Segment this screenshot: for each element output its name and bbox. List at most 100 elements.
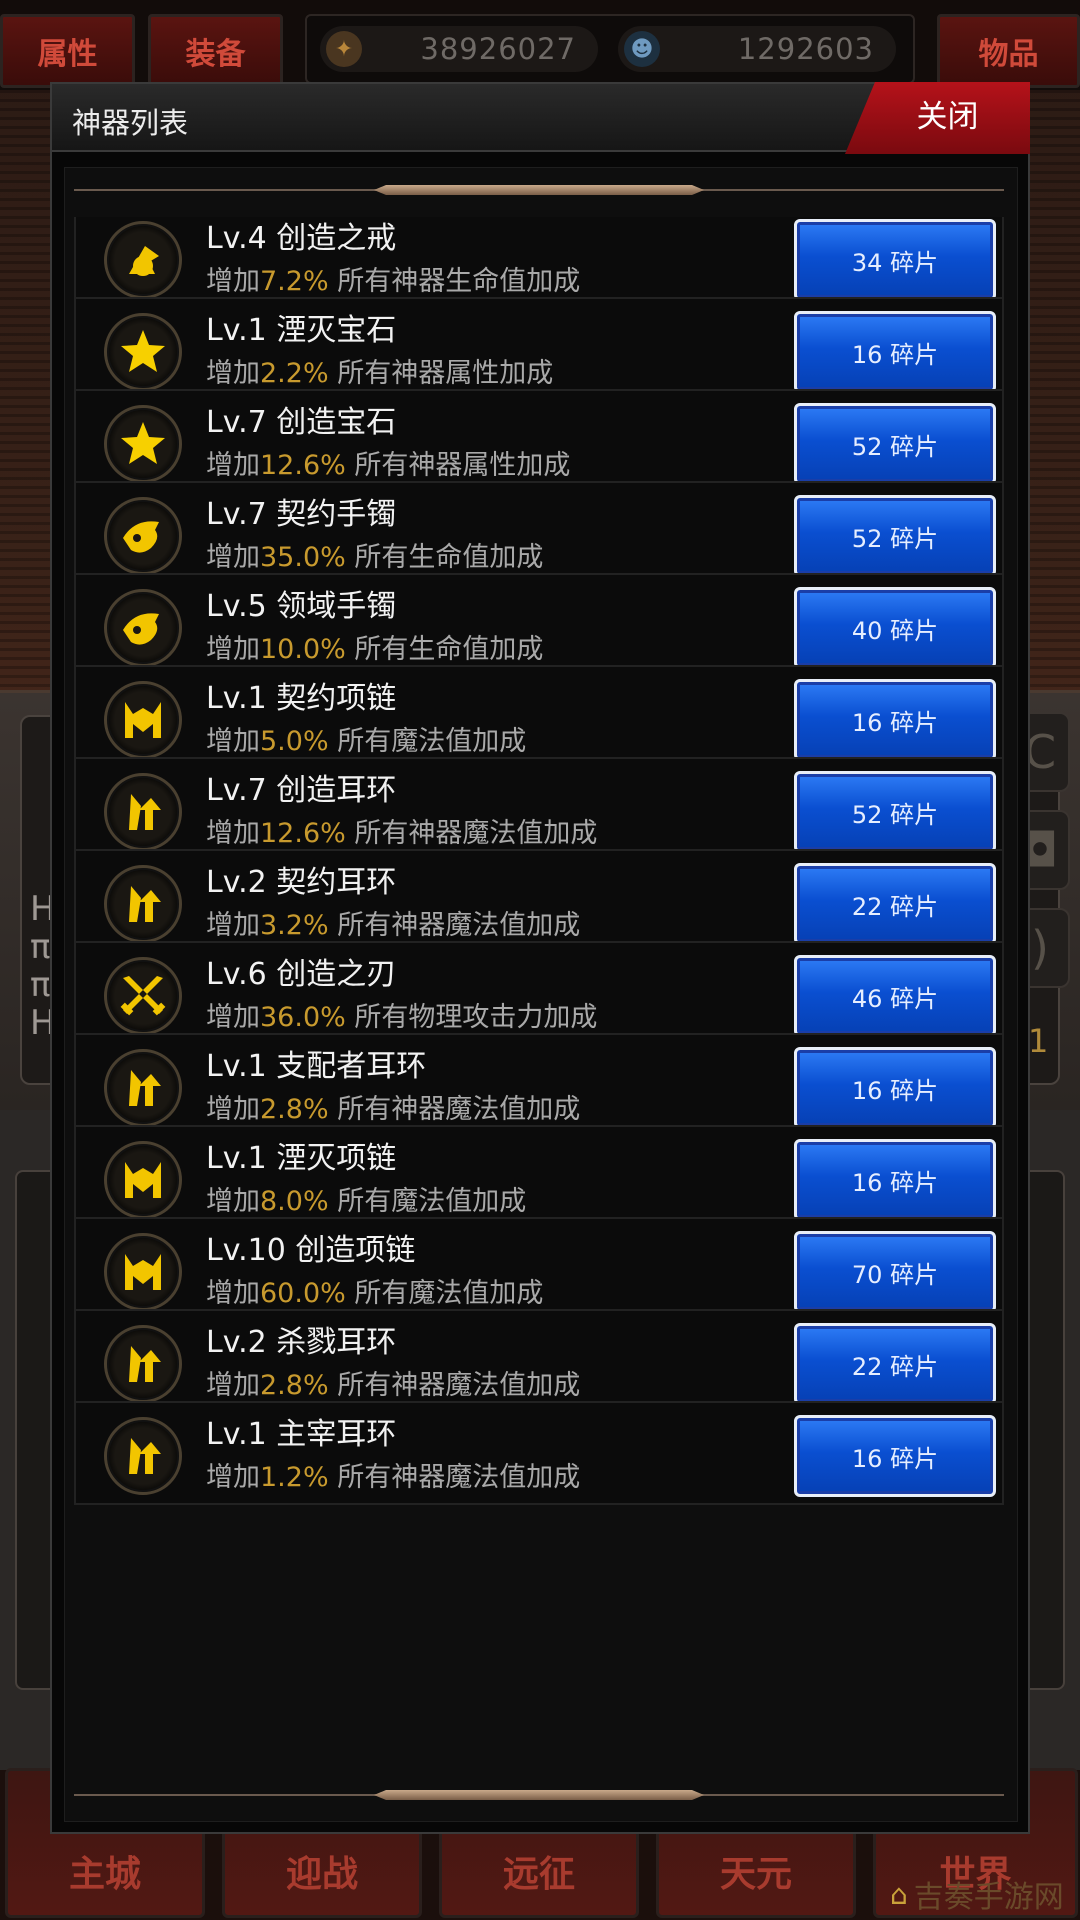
bonus-percent: 60.0% (260, 1278, 346, 1309)
bonus-percent: 2.8% (260, 1370, 329, 1401)
bonus-percent: 1.2% (260, 1462, 329, 1493)
tab-items[interactable]: 物品 (937, 14, 1080, 88)
bonus-percent: 3.2% (260, 910, 329, 941)
artifact-bonus: 增加12.6% 所有神器魔法值加成 (206, 811, 597, 850)
necklace-icon (104, 1141, 182, 1219)
crossed-swords-icon (104, 957, 182, 1035)
fragment-button[interactable]: 16 碎片 (794, 1139, 996, 1221)
bonus-effect: 所有魔法值加成 (337, 726, 527, 757)
fragment-button[interactable]: 16 碎片 (794, 311, 996, 393)
artifact-row: Lv.7 创造耳环 增加12.6% 所有神器魔法值加成 52 碎片 (74, 757, 1004, 861)
artifact-bonus: 增加5.0% 所有魔法值加成 (206, 719, 526, 758)
bonus-percent: 8.0% (260, 1186, 329, 1217)
fragment-button[interactable]: 52 碎片 (794, 495, 996, 577)
bonus-prefix: 增加 (206, 818, 260, 849)
bonus-percent: 5.0% (260, 726, 329, 757)
fragment-button[interactable]: 46 碎片 (794, 955, 996, 1037)
bonus-percent: 2.2% (260, 358, 329, 389)
artifact-bonus: 增加35.0% 所有生命值加成 (206, 535, 543, 574)
fragment-button[interactable]: 16 碎片 (794, 1415, 996, 1497)
bonus-effect: 所有生命值加成 (354, 542, 544, 573)
bonus-percent: 7.2% (260, 266, 329, 297)
artifact-name: Lv.1 支配者耳环 (206, 1049, 427, 1084)
bracelet-icon (104, 497, 182, 575)
fragment-button[interactable]: 16 碎片 (794, 679, 996, 761)
watermark-text: 吉奏手游网 (913, 1880, 1064, 1915)
necklace-icon (104, 1233, 182, 1311)
artifact-row: Lv.1 支配者耳环 增加2.8% 所有神器魔法值加成 16 碎片 (74, 1033, 1004, 1137)
bonus-prefix: 增加 (206, 910, 260, 941)
bonus-percent: 10.0% (260, 634, 346, 665)
artifact-name: Lv.2 契约耳环 (206, 865, 397, 900)
bonus-percent: 36.0% (260, 1002, 346, 1033)
bonus-effect: 所有神器生命值加成 (337, 266, 581, 297)
artifact-row: Lv.5 领域手镯 增加10.0% 所有生命值加成 40 碎片 (74, 573, 1004, 677)
earring-icon (104, 773, 182, 851)
bracelet-icon (104, 589, 182, 667)
star-gem-icon (104, 405, 182, 483)
gold-currency: ✦ 38926027 (320, 26, 598, 72)
fragment-button[interactable]: 52 碎片 (794, 771, 996, 853)
artifact-row: Lv.7 创造宝石 增加12.6% 所有神器属性加成 52 碎片 (74, 389, 1004, 493)
earring-icon (104, 865, 182, 943)
fragment-button[interactable]: 16 碎片 (794, 1047, 996, 1129)
necklace-icon (104, 681, 182, 759)
artifact-bonus: 增加3.2% 所有神器魔法值加成 (206, 903, 580, 942)
bonus-percent: 2.8% (260, 1094, 329, 1125)
earring-icon (104, 1417, 182, 1495)
watermark-logo-icon: ⌂ (890, 1877, 908, 1911)
artifact-bonus: 增加1.2% 所有神器魔法值加成 (206, 1455, 580, 1494)
bonus-effect: 所有神器属性加成 (337, 358, 554, 389)
side-number: 1 (1028, 1022, 1049, 1060)
watermark: ⌂ 吉奏手游网 (890, 1872, 1064, 1916)
bonus-prefix: 增加 (206, 358, 260, 389)
bonus-prefix: 增加 (206, 1094, 260, 1125)
artifact-name: Lv.4 创造之戒 (206, 221, 397, 256)
bonus-prefix: 增加 (206, 542, 260, 573)
bonus-effect: 所有魔法值加成 (337, 1186, 527, 1217)
artifact-name: Lv.7 创造宝石 (206, 405, 397, 440)
artifact-bonus: 增加2.2% 所有神器属性加成 (206, 351, 553, 390)
tab-equipment[interactable]: 装备 (148, 14, 283, 88)
artifact-name: Lv.5 领域手镯 (206, 589, 397, 624)
artifact-name: Lv.6 创造之刃 (206, 957, 397, 992)
artifact-list[interactable]: Lv.4 创造之戒 增加 7.2% 所有神器生命值加成 34 碎片 Lv.1 湮灭… (74, 217, 1004, 1807)
gold-value: 38926027 (420, 32, 576, 66)
modal-title: 神器列表 (72, 106, 189, 140)
fragment-button[interactable]: 34 碎片 (794, 219, 996, 301)
fragment-button[interactable]: 52 碎片 (794, 403, 996, 485)
bonus-effect: 所有生命值加成 (354, 634, 544, 665)
artifact-name: Lv.1 主宰耳环 (206, 1417, 397, 1452)
bonus-effect: 所有神器属性加成 (354, 450, 571, 481)
bonus-prefix: 增加 (206, 1370, 260, 1401)
bonus-effect: 所有神器魔法值加成 (337, 910, 581, 941)
bonus-prefix: 增加 (206, 726, 260, 757)
artifact-row: Lv.2 杀戮耳环 增加2.8% 所有神器魔法值加成 22 碎片 (74, 1309, 1004, 1413)
gem-value: 1292603 (737, 32, 874, 66)
artifact-bonus: 增加10.0% 所有生命值加成 (206, 627, 543, 666)
earring-icon (104, 1049, 182, 1127)
artifact-name: Lv.1 湮灭项链 (206, 1141, 397, 1176)
skull-gem-icon: ☻ (624, 31, 660, 67)
star-gem-icon (104, 313, 182, 391)
bonus-effect: 所有物理攻击力加成 (354, 1002, 598, 1033)
artifact-name: Lv.1 契约项链 (206, 681, 397, 716)
artifact-bonus: 增加60.0% 所有魔法值加成 (206, 1271, 543, 1310)
artifact-bonus: 增加8.0% 所有魔法值加成 (206, 1179, 526, 1218)
close-button[interactable]: 关闭 (845, 82, 1030, 154)
fragment-button[interactable]: 40 碎片 (794, 587, 996, 669)
fragment-button[interactable]: 70 碎片 (794, 1231, 996, 1313)
artifact-row: Lv.1 主宰耳环 增加1.2% 所有神器魔法值加成 16 碎片 (74, 1401, 1004, 1505)
artifact-name: Lv.7 创造耳环 (206, 773, 397, 808)
tab-attributes[interactable]: 属性 (0, 14, 135, 88)
bonus-prefix: 增加 (206, 1002, 260, 1033)
top-bar: 属性 装备 ✦ 38926027 ☻ 1292603 物品 (0, 0, 1080, 90)
bonus-prefix: 增加 (206, 1186, 260, 1217)
bonus-effect: 所有神器魔法值加成 (337, 1370, 581, 1401)
fragment-button[interactable]: 22 碎片 (794, 1323, 996, 1405)
artifact-row: Lv.2 契约耳环 增加3.2% 所有神器魔法值加成 22 碎片 (74, 849, 1004, 953)
fragment-button[interactable]: 22 碎片 (794, 863, 996, 945)
bonus-prefix: 增加 (206, 1278, 260, 1309)
bonus-percent: 35.0% (260, 542, 346, 573)
artifact-row: Lv.10 创造项链 增加60.0% 所有魔法值加成 70 碎片 (74, 1217, 1004, 1321)
